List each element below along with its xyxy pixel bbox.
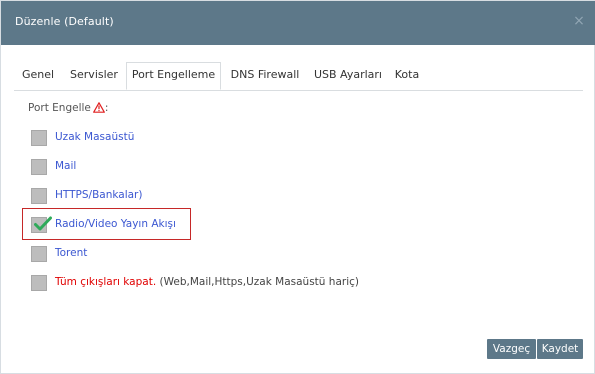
port-engelle-label: Port Engelle: <box>28 102 108 116</box>
tab-genel[interactable]: Genel <box>14 64 62 90</box>
tab-kota[interactable]: Kota <box>390 64 424 90</box>
tab-port-engelleme[interactable]: Port Engelleme <box>126 62 221 90</box>
tab-bar: Genel Servisler Port Engelleme DNS Firew… <box>14 62 583 92</box>
checkbox-https[interactable] <box>31 188 47 204</box>
tab-dns-firewall[interactable]: DNS Firewall <box>224 64 306 90</box>
checkbox-block-all[interactable] <box>31 275 47 291</box>
dialog-title-bar: Düzenle (Default) × <box>1 1 595 45</box>
checkbox-mail[interactable] <box>31 159 47 175</box>
block-all-note: (Web,Mail,Https,Uzak Masaüstü hariç) <box>156 276 359 288</box>
option-label-mail[interactable]: Mail <box>55 160 76 172</box>
option-label-https[interactable]: HTTPS/Bankalar) <box>55 189 142 201</box>
block-all-text: Tüm çıkışları kapat. <box>55 276 157 288</box>
option-label-block-all[interactable]: Tüm çıkışları kapat. (Web,Mail,Https,Uza… <box>55 276 359 288</box>
checkbox-uzak-masaustu[interactable] <box>31 130 47 146</box>
checkmark-icon <box>34 216 52 231</box>
checkbox-torent[interactable] <box>31 246 47 262</box>
warning-triangle-icon <box>92 102 105 116</box>
option-label-torent[interactable]: Torent <box>55 247 87 259</box>
tab-usb-ayarlari[interactable]: USB Ayarları <box>308 64 388 90</box>
tab-servisler[interactable]: Servisler <box>64 64 124 90</box>
close-icon[interactable]: × <box>572 14 586 28</box>
section-label-text: Port Engelle <box>28 102 91 114</box>
save-button[interactable]: Kaydet <box>537 339 583 359</box>
checkbox-radio-video[interactable] <box>31 216 52 233</box>
cancel-button[interactable]: Vazgeç <box>487 339 536 359</box>
section-label-suffix: : <box>104 102 109 114</box>
option-label-uzak-masaustu[interactable]: Uzak Masaüstü <box>55 131 134 143</box>
dialog-title: Düzenle (Default) <box>15 15 114 28</box>
edit-dialog: Düzenle (Default) × Genel Servisler Port… <box>0 0 595 374</box>
option-label-radio-video[interactable]: Radio/Video Yayın Akışı <box>55 218 176 230</box>
